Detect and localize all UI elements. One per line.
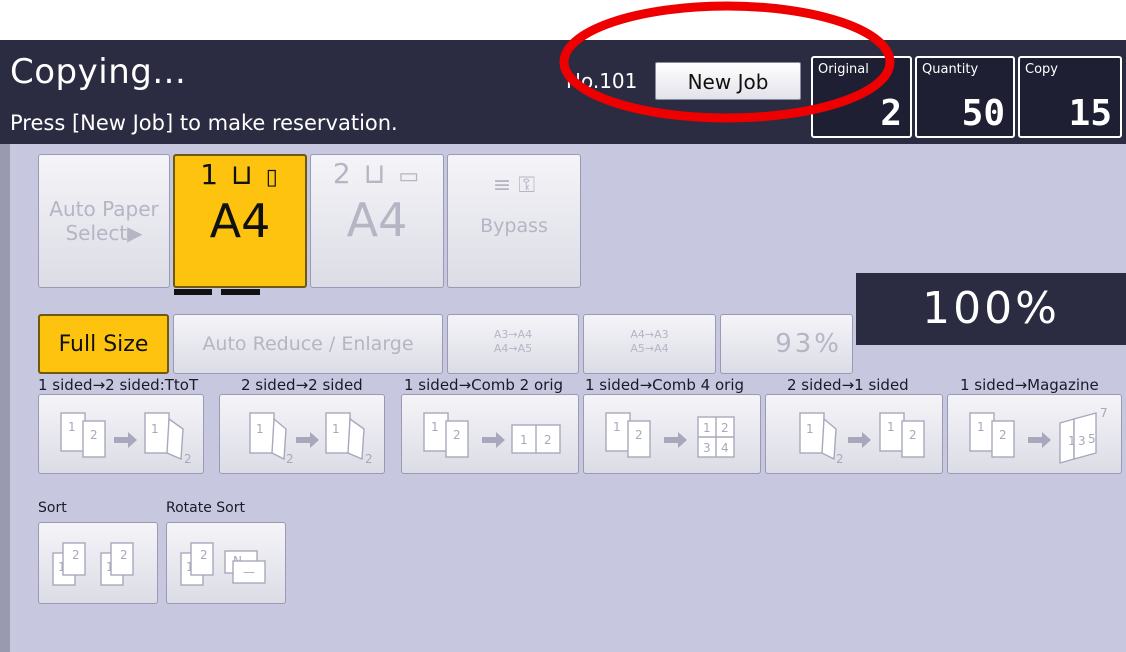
annotation-circle: [559, 1, 895, 123]
